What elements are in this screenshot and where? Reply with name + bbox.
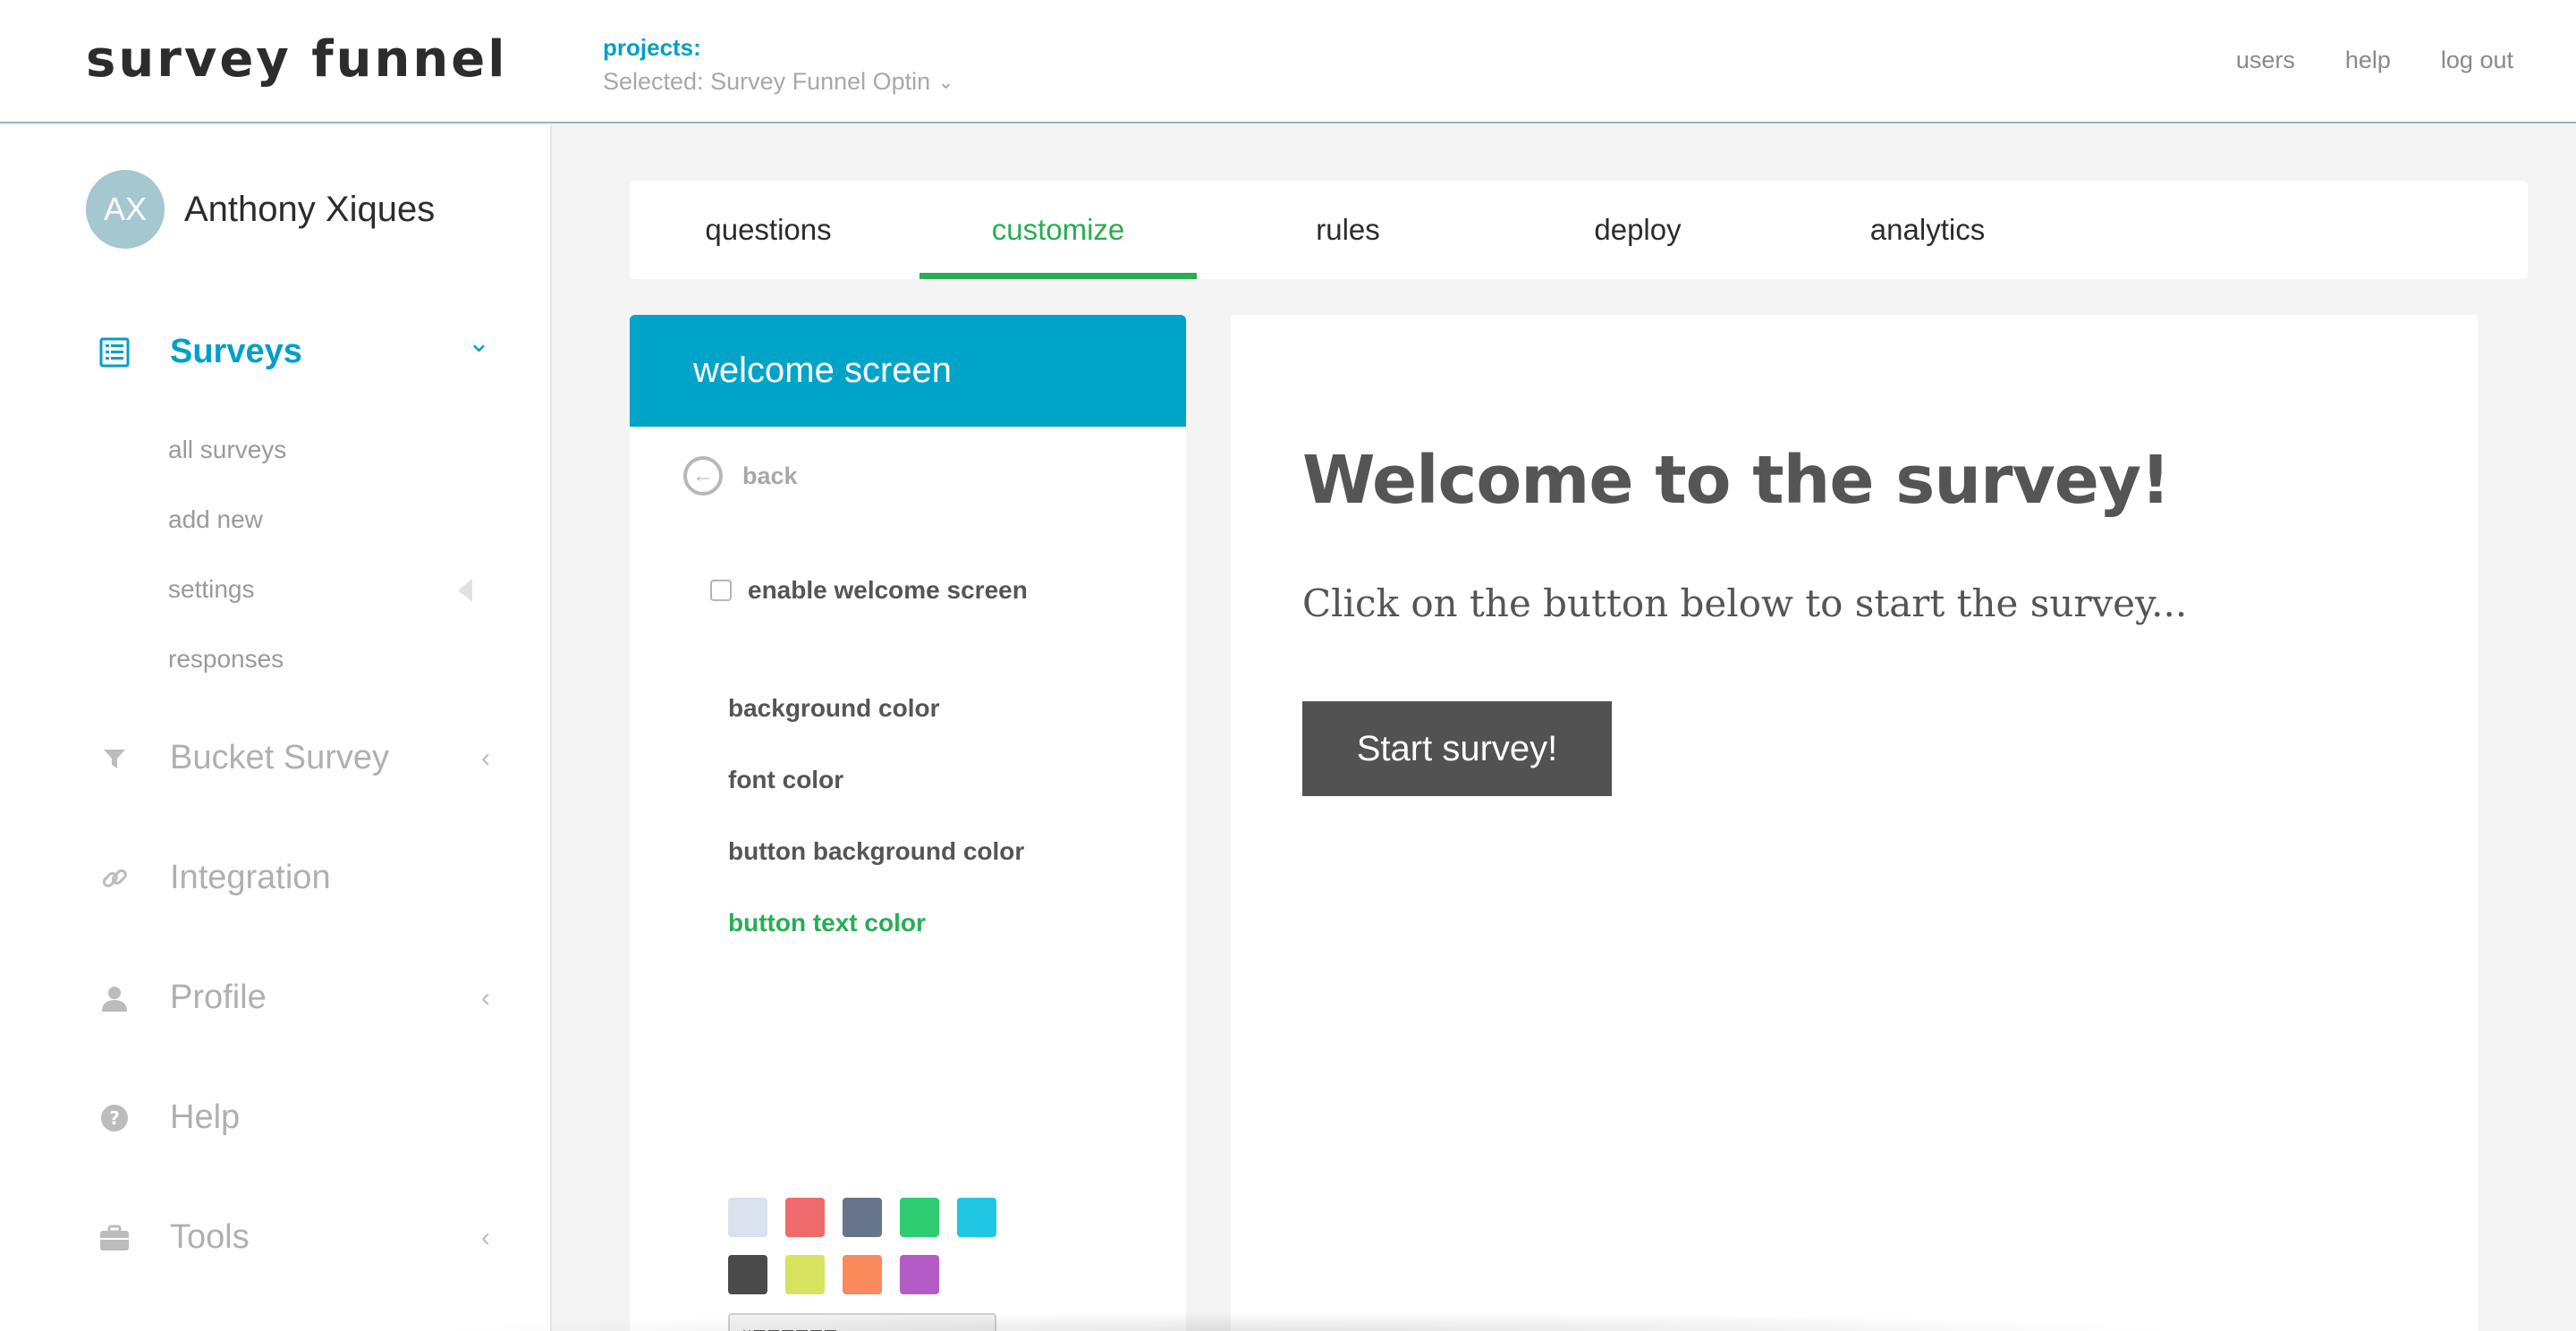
collapse-caret-icon — [458, 579, 472, 602]
preview-title: Welcome to the survey! — [1302, 442, 2171, 519]
sidebar-item-label: Profile — [170, 979, 267, 1016]
color-swatch[interactable] — [785, 1255, 825, 1294]
swatch-row — [728, 1198, 996, 1237]
chevron-left-icon: ‹ — [481, 982, 490, 1013]
sidebar-item-profile[interactable]: Profile ‹ — [97, 979, 490, 1017]
color-options: background color font color button backg… — [728, 673, 1024, 959]
app-logo[interactable]: survey funnel — [86, 30, 507, 89]
sidebar-item-bucket-survey[interactable]: Bucket Survey ‹ — [97, 739, 490, 777]
sidebar-item-help[interactable]: ? Help — [97, 1098, 490, 1137]
subnav-responses[interactable]: responses — [168, 624, 472, 694]
link-icon — [97, 860, 132, 896]
back-label: back — [742, 462, 798, 489]
user-icon — [97, 980, 132, 1016]
color-swatches — [728, 1198, 996, 1312]
option-background-color[interactable]: background color — [728, 673, 1024, 744]
color-swatch[interactable] — [843, 1255, 882, 1294]
option-button-text-color[interactable]: button text color — [728, 887, 1024, 959]
chevron-left-icon: ‹ — [481, 1222, 490, 1252]
subnav-all-surveys[interactable]: all surveys — [168, 415, 472, 485]
start-survey-button[interactable]: Start survey! — [1302, 701, 1612, 796]
subnav-settings-label: settings — [168, 575, 255, 603]
svg-text:?: ? — [109, 1107, 120, 1129]
survey-list-icon — [97, 335, 132, 370]
color-swatch[interactable] — [728, 1255, 767, 1294]
sidebar-item-surveys[interactable]: Surveys ⌄ — [97, 328, 490, 371]
project-selected-value: Selected: Survey Funnel Optin — [603, 68, 931, 95]
option-font-color[interactable]: font color — [728, 744, 1024, 816]
chevron-down-icon: ⌄ — [937, 70, 954, 93]
project-selector[interactable]: Selected: Survey Funnel Optin ⌄ — [603, 68, 954, 96]
sidebar: AX Anthony Xiques Surveys ⌄ all surveys … — [0, 125, 552, 1331]
sidebar-item-label: Bucket Survey — [170, 739, 389, 776]
sidebar-item-label: Help — [170, 1098, 241, 1136]
back-button[interactable]: ← back — [683, 456, 798, 496]
color-swatch[interactable] — [900, 1255, 939, 1294]
users-link[interactable]: users — [2236, 47, 2295, 74]
color-swatch[interactable] — [843, 1198, 882, 1237]
color-swatch[interactable] — [957, 1198, 996, 1237]
arrow-left-icon: ← — [683, 456, 723, 496]
top-bar: survey funnel projects: Selected: Survey… — [0, 0, 2576, 123]
welcome-preview: Welcome to the survey! Click on the butt… — [1231, 315, 2478, 1331]
color-swatch[interactable] — [900, 1198, 939, 1237]
surveys-subnav: all surveys add new settings responses — [168, 415, 472, 694]
projects-label: projects: — [603, 34, 701, 61]
chevron-left-icon: ‹ — [481, 742, 490, 773]
subnav-add-new[interactable]: add new — [168, 485, 472, 555]
panel-title: welcome screen — [630, 315, 1186, 427]
sidebar-item-label: Tools — [170, 1218, 250, 1256]
user-name: Anthony Xiques — [184, 189, 436, 229]
briefcase-icon — [97, 1220, 132, 1256]
filter-icon — [97, 741, 132, 776]
top-links: users help log out — [2236, 47, 2513, 74]
sidebar-item-tools[interactable]: Tools ‹ — [97, 1218, 490, 1257]
color-swatch[interactable] — [785, 1198, 825, 1237]
preview-subtitle: Click on the button below to start the s… — [1302, 581, 2188, 625]
logout-link[interactable]: log out — [2441, 47, 2513, 74]
customize-panel: welcome screen ← back enable welcome scr… — [630, 315, 1186, 1331]
tab-questions[interactable]: questions — [630, 181, 907, 279]
tab-rules[interactable]: rules — [1209, 181, 1487, 279]
option-button-background-color[interactable]: button background color — [728, 816, 1024, 887]
enable-welcome-toggle[interactable]: enable welcome screen — [710, 576, 1028, 605]
sidebar-item-label: Integration — [170, 859, 331, 896]
color-swatch[interactable] — [728, 1198, 767, 1237]
hex-color-input[interactable] — [728, 1313, 996, 1331]
enable-welcome-checkbox[interactable] — [710, 580, 732, 601]
sidebar-item-label: Surveys — [170, 333, 302, 370]
tab-deploy[interactable]: deploy — [1499, 181, 1776, 279]
subnav-settings[interactable]: settings — [168, 555, 472, 624]
avatar: AX — [86, 170, 165, 249]
tab-customize[interactable]: customize — [919, 181, 1197, 279]
chevron-down-icon: ⌄ — [467, 328, 490, 358]
help-link[interactable]: help — [2345, 47, 2391, 74]
swatch-row — [728, 1255, 996, 1294]
enable-welcome-label: enable welcome screen — [748, 576, 1028, 604]
user-profile[interactable]: AX Anthony Xiques — [86, 170, 435, 249]
tab-analytics[interactable]: analytics — [1789, 181, 2066, 279]
sidebar-item-integration[interactable]: Integration — [97, 859, 490, 897]
question-icon: ? — [97, 1100, 132, 1136]
editor-tabs: questions customize rules deploy analyti… — [630, 181, 2528, 279]
